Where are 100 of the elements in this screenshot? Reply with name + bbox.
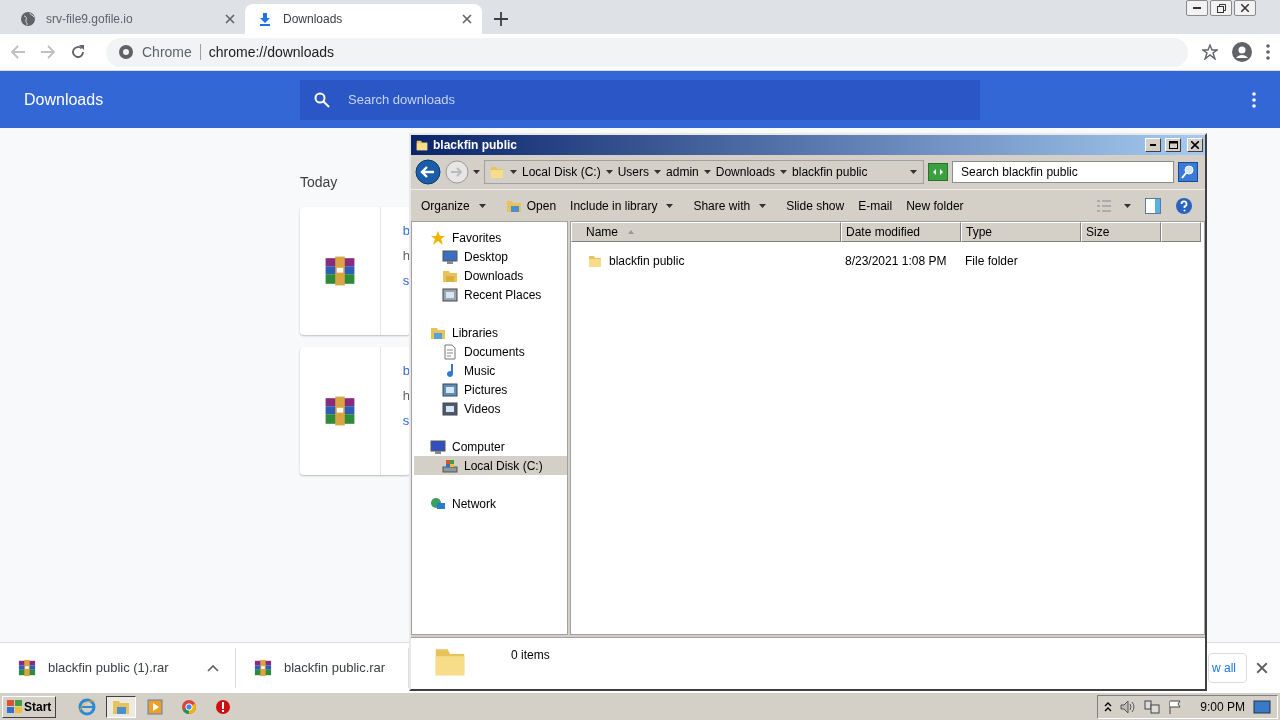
address-bar[interactable]: Chrome chrome://downloads <box>106 37 1188 67</box>
search-bar[interactable]: Search downloads <box>300 79 980 120</box>
recent-places-icon <box>442 286 458 303</box>
toolbar-button[interactable]: Include in library <box>564 193 680 218</box>
minimize-icon <box>1150 144 1156 146</box>
start-button[interactable]: Start <box>2 695 57 718</box>
back-icon[interactable] <box>415 159 441 185</box>
caret-icon[interactable] <box>780 170 788 174</box>
chevron-up-icon[interactable] <box>1104 701 1113 712</box>
network-icon[interactable] <box>1144 699 1161 714</box>
item-count: 0 items <box>511 648 550 664</box>
toolbar-button[interactable]: Organize <box>415 193 492 218</box>
toolbar-button[interactable]: Slide show <box>780 193 851 218</box>
action-link[interactable]: s <box>402 413 410 429</box>
column-header[interactable]: Date modified <box>841 222 961 242</box>
nav-item[interactable]: Desktop <box>414 247 567 266</box>
new-tab-icon[interactable] <box>494 12 508 26</box>
show-all-button[interactable]: w all <box>1208 653 1247 683</box>
start-logo-icon <box>7 700 22 713</box>
nav-item[interactable]: Local Disk (C:) <box>414 456 567 475</box>
nav-item[interactable]: Favorites <box>414 228 567 247</box>
close-button[interactable] <box>1234 0 1256 16</box>
archive-icon <box>323 255 356 287</box>
caret-icon <box>478 203 486 208</box>
pictures-icon <box>442 381 458 398</box>
breadcrumb-item[interactable]: Local Disk (C:) <box>522 165 601 179</box>
file-link[interactable]: b <box>402 363 410 379</box>
more-icon[interactable] <box>1252 91 1256 108</box>
caret-icon <box>759 203 767 208</box>
file-link[interactable]: b <box>402 223 410 239</box>
toolbar-button[interactable]: E-mail <box>852 193 899 218</box>
clock[interactable]: 9:00 PM <box>1200 699 1245 714</box>
file-source: h <box>402 388 410 404</box>
music-note-icon <box>447 362 454 379</box>
stop-sign-icon[interactable] <box>215 698 232 715</box>
toolbar-button[interactable]: Share with <box>687 193 773 218</box>
maximize-button[interactable] <box>1165 138 1181 152</box>
chrome-icon[interactable] <box>181 698 198 715</box>
help-icon[interactable] <box>1175 196 1193 215</box>
search-box[interactable]: Search blackfin public <box>952 161 1174 183</box>
download-icon <box>257 11 273 27</box>
restore-button[interactable] <box>1210 0 1232 16</box>
nav-item[interactable]: Pictures <box>414 380 567 399</box>
breadcrumb-item[interactable]: admin <box>666 165 699 179</box>
browser-tab[interactable]: srv-file9.gofile.io <box>8 4 245 34</box>
address-bar[interactable]: Local Disk (C:) Users admin Downloads blackfin public <box>484 160 924 184</box>
close-icon[interactable] <box>225 14 235 24</box>
close-icon[interactable] <box>462 14 472 24</box>
account-icon[interactable] <box>1232 42 1252 62</box>
column-header[interactable]: Size <box>1081 222 1161 242</box>
column-header[interactable]: Type <box>961 222 1081 242</box>
search-icon[interactable] <box>1178 162 1198 182</box>
reload-icon[interactable] <box>70 44 86 60</box>
caret-icon[interactable] <box>605 170 613 174</box>
breadcrumb-item[interactable]: Users <box>617 165 650 179</box>
star-icon[interactable] <box>1202 44 1218 60</box>
archive-icon <box>323 395 356 427</box>
search-field[interactable]: Search downloads <box>346 91 966 108</box>
caret-icon[interactable] <box>1124 203 1131 208</box>
caret-icon[interactable] <box>510 170 517 174</box>
breadcrumb-item[interactable]: blackfin public <box>792 165 868 179</box>
caret-icon[interactable] <box>910 170 917 174</box>
caret-icon[interactable] <box>473 170 480 174</box>
maximize-icon <box>1168 141 1178 149</box>
show-desktop-icon[interactable] <box>1253 699 1271 714</box>
nav-item[interactable]: Videos <box>414 399 567 418</box>
nav-item[interactable]: Downloads <box>414 266 567 285</box>
nav-item[interactable]: Documents <box>414 342 567 361</box>
nav-item[interactable]: Computer <box>414 437 567 456</box>
breadcrumb-item[interactable]: Downloads <box>715 165 776 179</box>
folder-icon <box>415 138 429 152</box>
menu-icon[interactable] <box>1266 44 1270 60</box>
caret-icon[interactable] <box>703 170 711 174</box>
star-icon <box>430 229 446 246</box>
page-title: Downloads <box>24 90 105 109</box>
nav-item[interactable]: Network <box>414 494 567 513</box>
download-item[interactable]: blackfin public (1).rar <box>0 647 236 688</box>
flag-icon[interactable] <box>1168 699 1183 714</box>
column-header[interactable] <box>1161 222 1201 242</box>
chevron-up-icon[interactable] <box>207 663 219 672</box>
toolbar-button[interactable]: New folder <box>900 193 970 218</box>
action-link[interactable]: s <box>402 273 410 289</box>
file-name[interactable]: blackfin public <box>571 253 841 269</box>
nav-item[interactable]: Libraries <box>414 323 567 342</box>
minimize-button[interactable] <box>1186 0 1208 16</box>
close-icon[interactable] <box>1256 662 1268 674</box>
refresh-icon[interactable] <box>928 163 948 181</box>
toolbar-button[interactable]: Open <box>499 193 563 218</box>
speaker-icon[interactable] <box>1120 699 1137 714</box>
browser-tab[interactable]: Downloads <box>245 4 482 34</box>
taskbar-app[interactable] <box>106 695 137 718</box>
column-header[interactable]: Name <box>571 222 841 242</box>
nav-item[interactable]: Recent Places <box>414 285 567 304</box>
caret-icon[interactable] <box>654 170 662 174</box>
nav-item[interactable]: Music <box>414 361 567 380</box>
preview-pane-icon[interactable] <box>1145 197 1161 214</box>
archive-icon <box>18 658 36 677</box>
folder-icon <box>587 253 603 269</box>
media-player-icon[interactable] <box>147 698 164 715</box>
type-cell-text: File folder <box>964 254 1019 268</box>
